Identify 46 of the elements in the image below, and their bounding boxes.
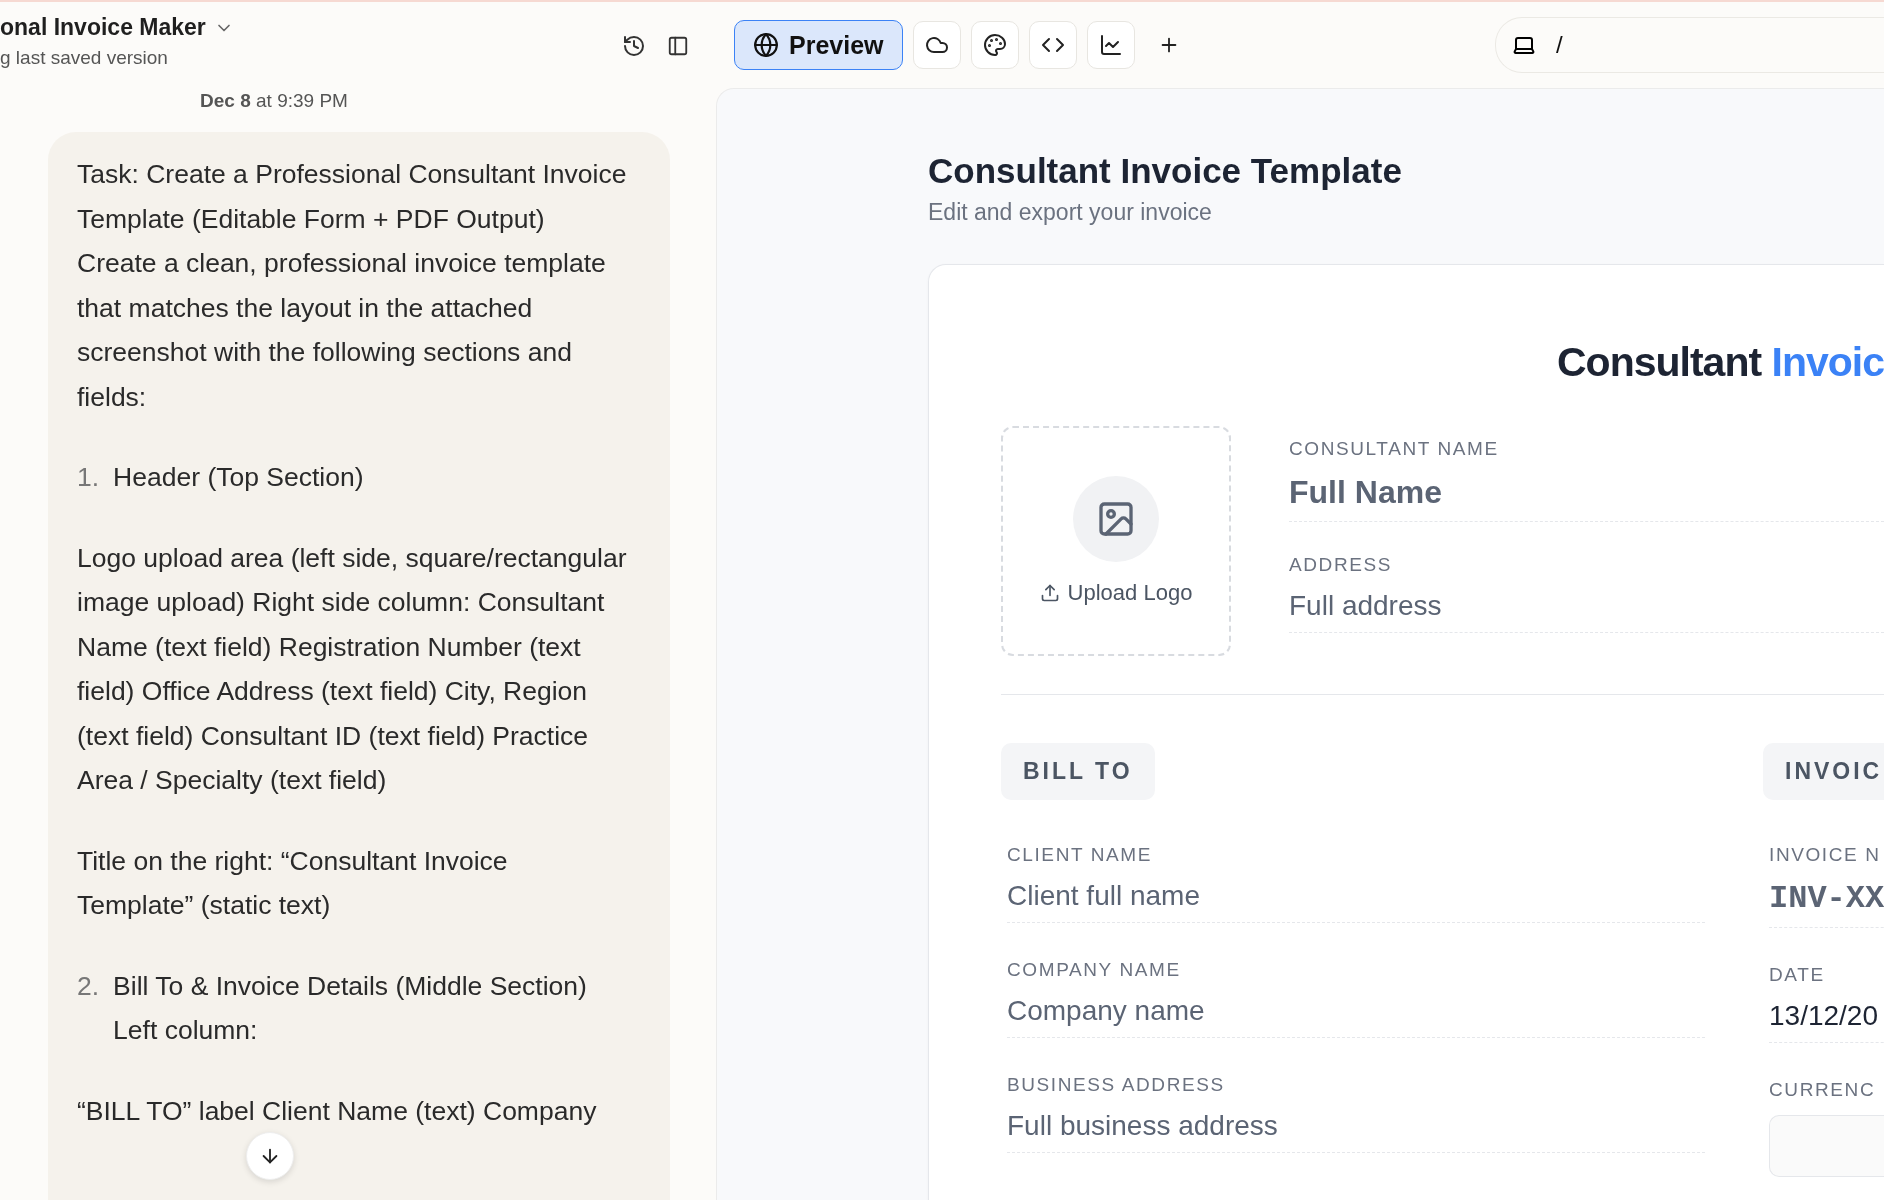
input-field[interactable]: Full business address	[1007, 1100, 1705, 1153]
message-text: Bill To & Invoice Details (Middle Section) Left column:	[113, 969, 588, 1047]
invoice-title: Consultant Invoic	[1556, 339, 1884, 386]
section-badge: BILL TO	[1001, 743, 1155, 800]
list-number: 1.	[77, 461, 100, 494]
chart-button[interactable]	[1086, 21, 1135, 69]
field-label: DATE	[1769, 964, 1826, 986]
section-badge: INVOIC	[1763, 743, 1884, 800]
image-icon	[1096, 499, 1136, 539]
cloud-button[interactable]	[912, 21, 961, 69]
globe-icon	[753, 32, 779, 58]
project-title: onal Invoice Maker	[0, 14, 206, 41]
message-text: Logo upload area (left side, square/rectangular image upload) Right side column: Consultant Name (text field) Registration Number (text field) Office Address (text field) City, Region (text field) Consultant ID (text field) Practice Area / Specialty (text field)	[77, 541, 628, 797]
history-icon	[622, 34, 646, 58]
input-field[interactable]: Client full name	[1007, 870, 1705, 923]
select-field[interactable]	[1769, 1115, 1884, 1177]
page-subtitle: Edit and export your invoice	[928, 199, 1213, 226]
input-field[interactable]: 13/12/20	[1769, 990, 1884, 1043]
input-field[interactable]: INV-XX	[1769, 870, 1884, 928]
code-button[interactable]	[1028, 21, 1077, 69]
field-label: CURRENC	[1769, 1079, 1877, 1101]
list-number: 2.	[77, 969, 100, 1003]
preview-tab[interactable]: Preview	[734, 20, 903, 70]
logo-upload-area[interactable]: Upload Logo	[1001, 426, 1231, 656]
input-field[interactable]: Full address	[1289, 580, 1884, 633]
line-chart-icon	[1098, 33, 1123, 57]
palette-icon	[982, 33, 1007, 57]
message-text: Header (Top Section)	[113, 461, 364, 494]
message-text: Task: Create a Professional Consultant Invoice Template (Editable Form + PDF Output) Create a clean, professional invoice template that matches the layout in the attached screenshot with the following sections and fields:	[77, 158, 628, 414]
field-label: BUSINESS ADDRESS	[1007, 1074, 1226, 1096]
page-title: Consultant Invoice Template	[928, 151, 1403, 191]
input-field[interactable]: Full Name	[1289, 464, 1884, 522]
message-text: Title on the right: “Consultant Invoice Template” (static text)	[77, 844, 509, 922]
field-label: CONSULTANT NAME	[1289, 438, 1500, 460]
message-timestamp: Dec 8 at 9:39 PM	[199, 90, 349, 112]
field-label: COMPANY NAME	[1007, 959, 1182, 981]
palette-button[interactable]	[970, 21, 1019, 69]
address-field[interactable]: /	[1495, 17, 1884, 73]
message-text: “BILL TO” label Client Name (text) Company	[77, 1094, 598, 1128]
field-label: ADDRESS	[1289, 554, 1394, 576]
project-subtitle: g last saved version	[0, 47, 169, 69]
input-field[interactable]: Company name	[1007, 985, 1705, 1038]
field-label: CLIENT NAME	[1007, 844, 1153, 866]
field-label: INVOICE N	[1769, 844, 1882, 866]
upload-icon	[1039, 583, 1060, 603]
sidebar-icon	[667, 35, 689, 57]
